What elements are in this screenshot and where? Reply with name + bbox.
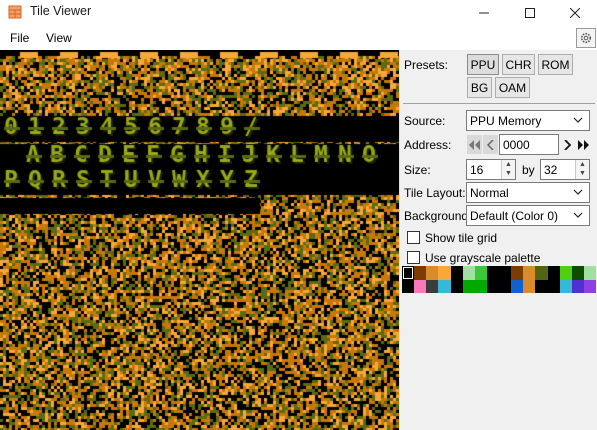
tile-view[interactable] bbox=[0, 50, 399, 430]
chevron-down-icon bbox=[573, 212, 583, 218]
settings-button[interactable] bbox=[576, 28, 596, 48]
close-icon bbox=[570, 8, 580, 18]
size-label: Size: bbox=[404, 163, 431, 177]
palette-swatch[interactable] bbox=[414, 279, 427, 293]
chevron-down-icon bbox=[573, 117, 583, 123]
palette-swatch[interactable] bbox=[499, 266, 512, 280]
preset-bg-button[interactable]: BG bbox=[467, 77, 492, 98]
menu-view[interactable]: View bbox=[46, 31, 72, 45]
options-panel: Presets: PPU CHR ROM BG OAM Source: PPU … bbox=[399, 50, 597, 430]
palette-swatch[interactable] bbox=[426, 266, 439, 280]
palette-swatch[interactable] bbox=[583, 266, 596, 280]
palette-swatch[interactable] bbox=[438, 279, 451, 293]
palette-swatch[interactable] bbox=[511, 266, 524, 280]
source-value: PPU Memory bbox=[470, 114, 542, 128]
palette-swatch[interactable] bbox=[547, 266, 560, 280]
previous-page-button[interactable] bbox=[483, 135, 498, 154]
palette-swatch[interactable] bbox=[583, 279, 596, 293]
use-grayscale-palette-label[interactable]: Use grayscale palette bbox=[425, 251, 540, 265]
preset-rom-button[interactable]: ROM bbox=[538, 54, 573, 75]
palette-swatch[interactable] bbox=[450, 279, 463, 293]
tile-layout-dropdown[interactable]: Normal bbox=[466, 182, 590, 203]
palette-swatch[interactable] bbox=[462, 279, 475, 293]
preset-oam-button[interactable]: OAM bbox=[495, 77, 530, 98]
first-page-button[interactable] bbox=[467, 135, 482, 154]
tile-canvas[interactable] bbox=[0, 50, 399, 430]
palette-swatch[interactable] bbox=[559, 279, 572, 293]
size-height-input[interactable]: 32 ▲ ▼ bbox=[540, 159, 590, 180]
source-label: Source: bbox=[404, 114, 446, 128]
presets-label: Presets: bbox=[404, 58, 449, 72]
palette-swatch[interactable] bbox=[462, 266, 475, 280]
window-title: Tile Viewer bbox=[30, 4, 92, 18]
tile-layout-value: Normal bbox=[470, 186, 509, 200]
palette-swatch[interactable] bbox=[571, 266, 584, 280]
menu-bar: File View bbox=[0, 26, 597, 50]
next-page-icon bbox=[564, 139, 571, 150]
palette-swatch[interactable] bbox=[523, 279, 536, 293]
palette-swatch[interactable] bbox=[402, 279, 415, 293]
close-button[interactable] bbox=[553, 0, 597, 26]
minimize-icon bbox=[479, 12, 489, 14]
gear-icon bbox=[580, 32, 592, 44]
size-by-label: by bbox=[522, 163, 535, 177]
separator bbox=[403, 103, 595, 104]
palette-swatch[interactable] bbox=[511, 279, 524, 293]
palette-swatch[interactable] bbox=[474, 279, 487, 293]
palette-swatch[interactable] bbox=[559, 266, 572, 280]
palette-swatch[interactable] bbox=[486, 266, 499, 280]
size-width-input[interactable]: 16 ▲ ▼ bbox=[466, 159, 516, 180]
background-value: Default (Color 0) bbox=[470, 209, 559, 223]
size-width-stepper[interactable]: ▲ ▼ bbox=[501, 160, 515, 179]
palette-swatch[interactable] bbox=[474, 266, 487, 280]
palette-swatch[interactable] bbox=[547, 279, 560, 293]
title-bar[interactable]: Tile Viewer bbox=[0, 0, 597, 26]
background-label: Background: bbox=[404, 209, 472, 223]
chevron-down-icon bbox=[573, 189, 583, 195]
menu-file[interactable]: File bbox=[10, 31, 29, 45]
size-height-value: 32 bbox=[544, 163, 558, 177]
size-height-stepper[interactable]: ▲ ▼ bbox=[575, 160, 589, 179]
previous-page-icon bbox=[487, 139, 494, 150]
minimize-button[interactable] bbox=[462, 0, 506, 26]
palette-swatch[interactable] bbox=[535, 266, 548, 280]
palette-swatch[interactable] bbox=[499, 279, 512, 293]
last-page-button[interactable] bbox=[576, 135, 591, 154]
tile-viewer-app-icon bbox=[8, 5, 22, 19]
maximize-button[interactable] bbox=[508, 0, 552, 26]
first-page-icon bbox=[469, 139, 480, 150]
palette-swatch[interactable] bbox=[535, 279, 548, 293]
show-tile-grid-label[interactable]: Show tile grid bbox=[425, 231, 497, 245]
palette-swatch[interactable] bbox=[426, 279, 439, 293]
palette-swatch[interactable] bbox=[486, 279, 499, 293]
preset-ppu-button[interactable]: PPU bbox=[467, 54, 499, 75]
palette-swatch[interactable] bbox=[402, 266, 415, 280]
show-tile-grid-checkbox[interactable] bbox=[407, 231, 420, 244]
use-grayscale-palette-checkbox[interactable] bbox=[407, 251, 420, 264]
last-page-icon bbox=[578, 139, 589, 150]
next-page-button[interactable] bbox=[560, 135, 575, 154]
palette-swatch[interactable] bbox=[450, 266, 463, 280]
address-input[interactable]: 0000 bbox=[499, 134, 559, 155]
maximize-icon bbox=[525, 8, 535, 18]
palette-swatch[interactable] bbox=[523, 266, 536, 280]
tile-layout-label: Tile Layout: bbox=[404, 186, 466, 200]
source-dropdown[interactable]: PPU Memory bbox=[466, 110, 590, 131]
palette-swatch[interactable] bbox=[414, 266, 427, 280]
preset-chr-button[interactable]: CHR bbox=[502, 54, 535, 75]
palette-swatch[interactable] bbox=[438, 266, 451, 280]
palette-selector[interactable] bbox=[402, 266, 596, 293]
size-width-value: 16 bbox=[470, 163, 484, 177]
address-label: Address: bbox=[404, 138, 452, 152]
background-dropdown[interactable]: Default (Color 0) bbox=[466, 205, 590, 226]
palette-swatch[interactable] bbox=[571, 279, 584, 293]
